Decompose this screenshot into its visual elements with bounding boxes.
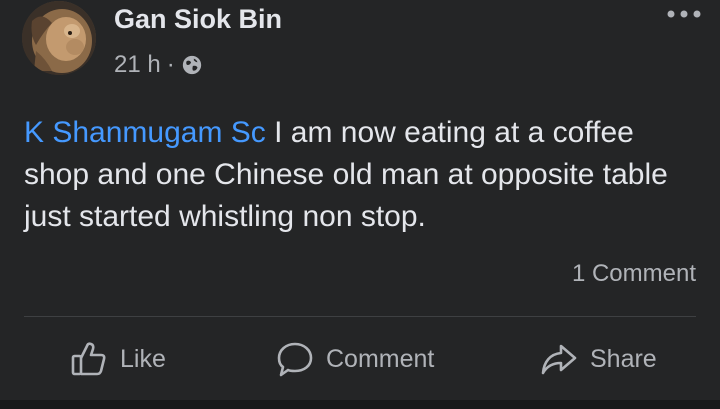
share-arrow-icon bbox=[540, 340, 578, 378]
author-name[interactable]: Gan Siok Bin bbox=[114, 4, 282, 35]
avatar[interactable] bbox=[22, 1, 96, 75]
comment-button[interactable]: Comment bbox=[276, 336, 434, 382]
divider bbox=[24, 316, 696, 317]
like-button[interactable]: Like bbox=[70, 336, 166, 382]
timestamp[interactable]: 21 h bbox=[114, 51, 161, 79]
comment-count[interactable]: 1 Comment bbox=[572, 260, 696, 288]
like-label: Like bbox=[120, 344, 166, 373]
post-meta: 21 h · bbox=[114, 50, 203, 80]
ellipsis-icon bbox=[667, 10, 701, 18]
thumbs-up-icon bbox=[70, 340, 108, 378]
comment-label: Comment bbox=[326, 344, 435, 373]
post-card: Gan Siok Bin 21 h · K Shanmugam Sc I am … bbox=[0, 0, 720, 400]
share-label: Share bbox=[590, 344, 657, 373]
lion-avatar-image bbox=[22, 1, 96, 75]
post-text: K Shanmugam Sc I am now eating at a coff… bbox=[24, 112, 704, 238]
more-options-button[interactable] bbox=[664, 4, 704, 24]
share-button[interactable]: Share bbox=[540, 336, 657, 382]
mention-link[interactable]: K Shanmugam Sc bbox=[24, 116, 266, 149]
meta-separator: · bbox=[166, 51, 175, 78]
globe-icon bbox=[181, 54, 203, 76]
comment-bubble-icon bbox=[276, 340, 314, 378]
feed-gap bbox=[0, 400, 720, 409]
